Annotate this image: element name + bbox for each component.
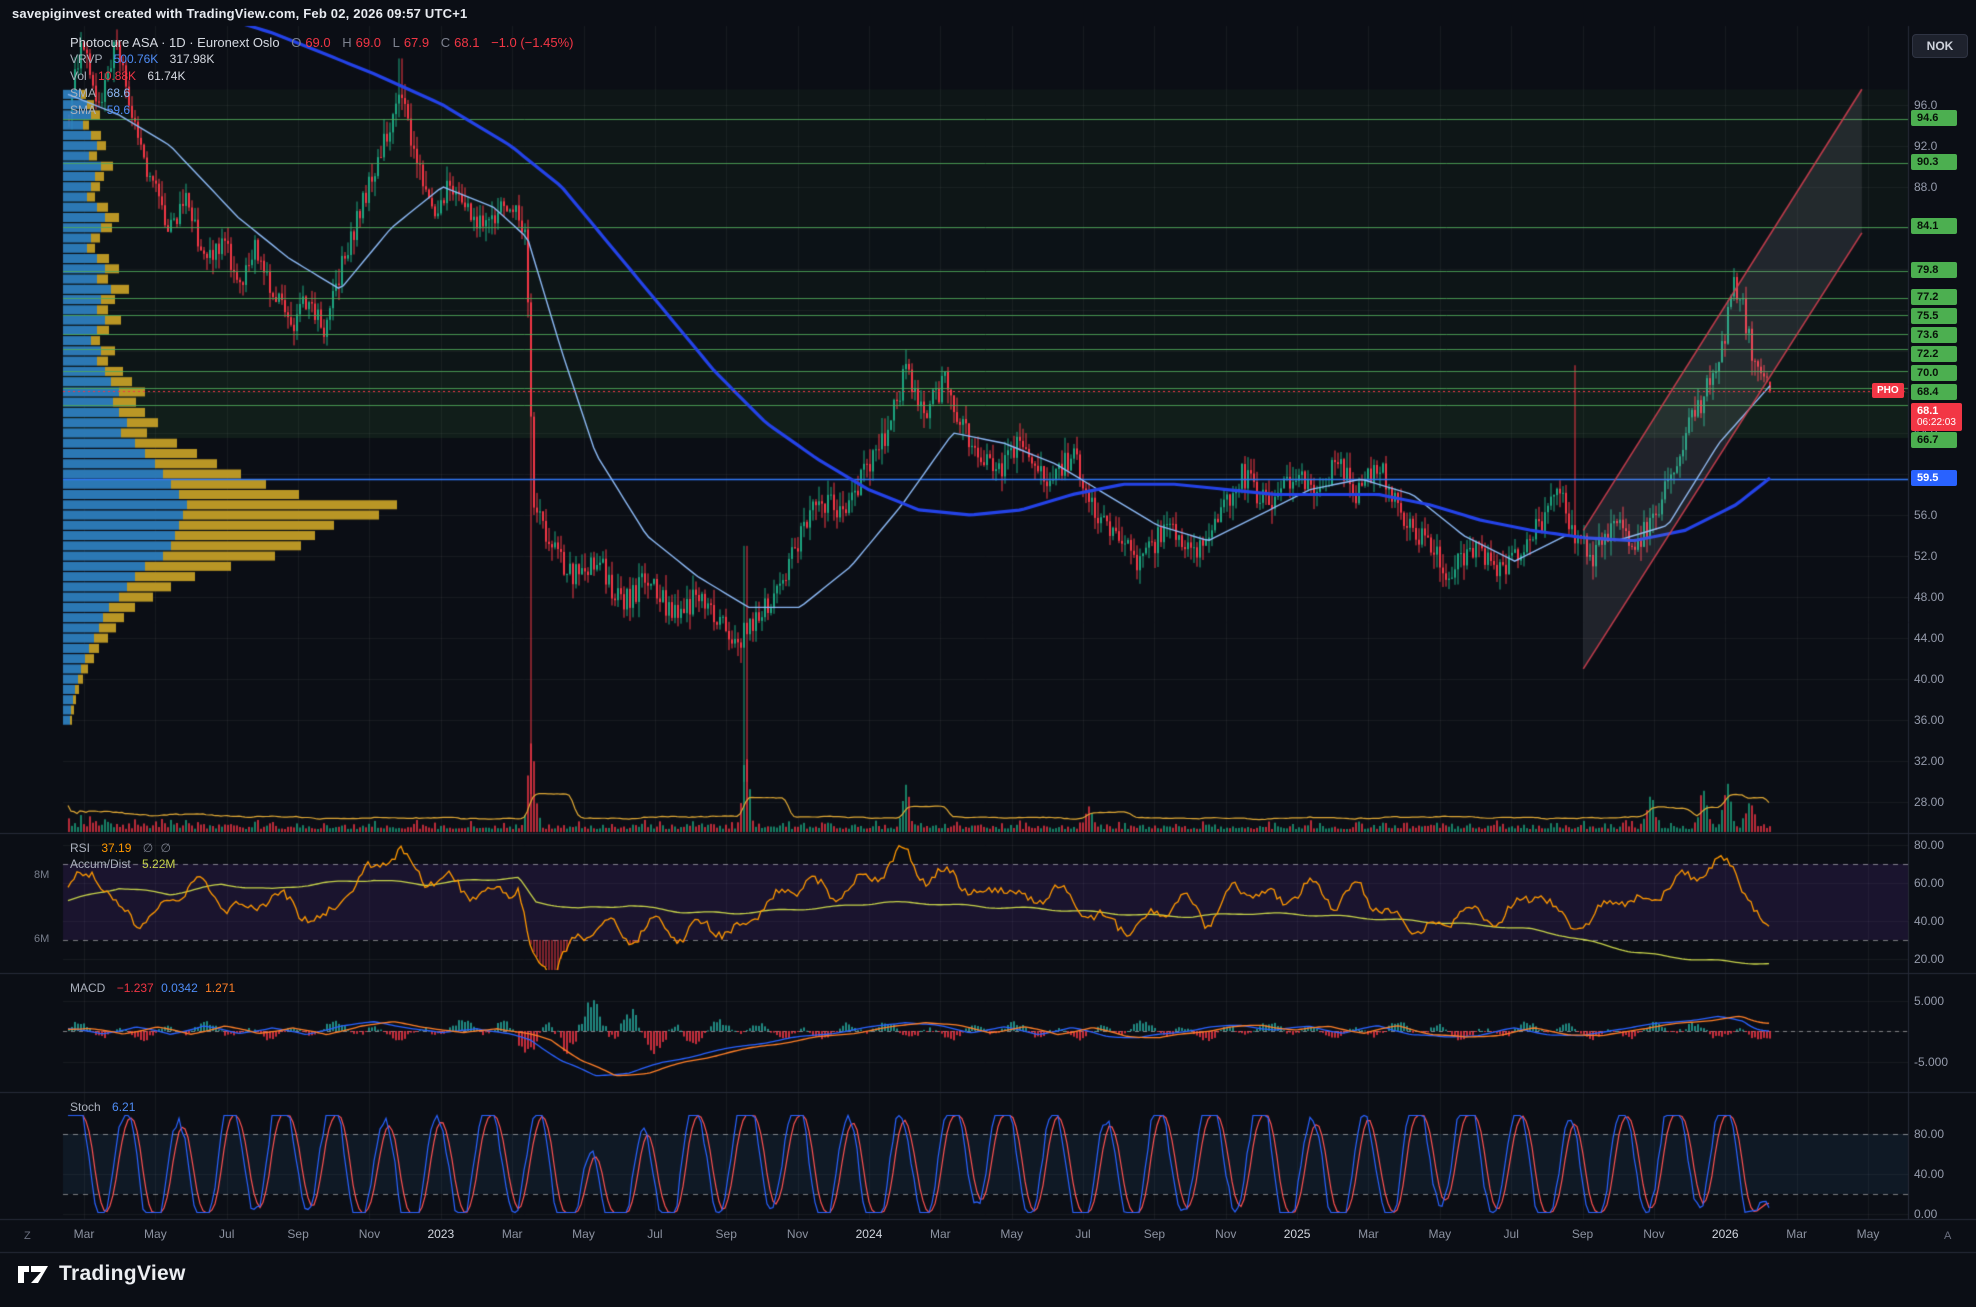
time-label-Nov-10: Nov: [787, 1227, 808, 1241]
tradingview-logo-icon: [16, 1262, 50, 1286]
time-label-May-13: May: [1000, 1227, 1023, 1241]
time-label-Sep-3: Sep: [287, 1227, 308, 1241]
time-label-2023-5: 2023: [427, 1227, 454, 1241]
time-axis[interactable]: Mar May Jul Sep Nov 2023 Mar May Jul Sep Nov 2024 Ma…: [0, 0, 1976, 1307]
time-label-Jul-8: Jul: [647, 1227, 662, 1241]
time-label-Nov-16: Nov: [1215, 1227, 1236, 1241]
time-label-Mar-0: Mar: [74, 1227, 95, 1241]
time-label-2025-17: 2025: [1284, 1227, 1311, 1241]
tradingview-logo-text: TradingView: [59, 1262, 186, 1286]
footer: TradingView: [16, 1262, 186, 1286]
time-label-Mar-12: Mar: [930, 1227, 951, 1241]
time-label-2026-23: 2026: [1712, 1227, 1739, 1241]
time-label-Mar-6: Mar: [502, 1227, 523, 1241]
corner-hint-a[interactable]: A: [1944, 1230, 1951, 1242]
time-label-Jul-14: Jul: [1075, 1227, 1090, 1241]
time-label-Mar-18: Mar: [1358, 1227, 1379, 1241]
time-label-Nov-4: Nov: [359, 1227, 380, 1241]
time-label-Sep-9: Sep: [716, 1227, 737, 1241]
time-label-May-19: May: [1428, 1227, 1451, 1241]
time-label-May-25: May: [1857, 1227, 1880, 1241]
corner-hint-z[interactable]: Z: [24, 1230, 31, 1242]
time-label-Jul-20: Jul: [1504, 1227, 1519, 1241]
time-label-Jul-2: Jul: [219, 1227, 234, 1241]
time-label-Sep-21: Sep: [1572, 1227, 1593, 1241]
time-label-Sep-15: Sep: [1144, 1227, 1165, 1241]
time-label-May-7: May: [572, 1227, 595, 1241]
time-label-May-1: May: [144, 1227, 167, 1241]
time-label-2024-11: 2024: [856, 1227, 883, 1241]
time-label-Mar-24: Mar: [1786, 1227, 1807, 1241]
tradingview-app: savepiginvest created with TradingView.c…: [0, 0, 1976, 1307]
time-label-Nov-22: Nov: [1643, 1227, 1664, 1241]
